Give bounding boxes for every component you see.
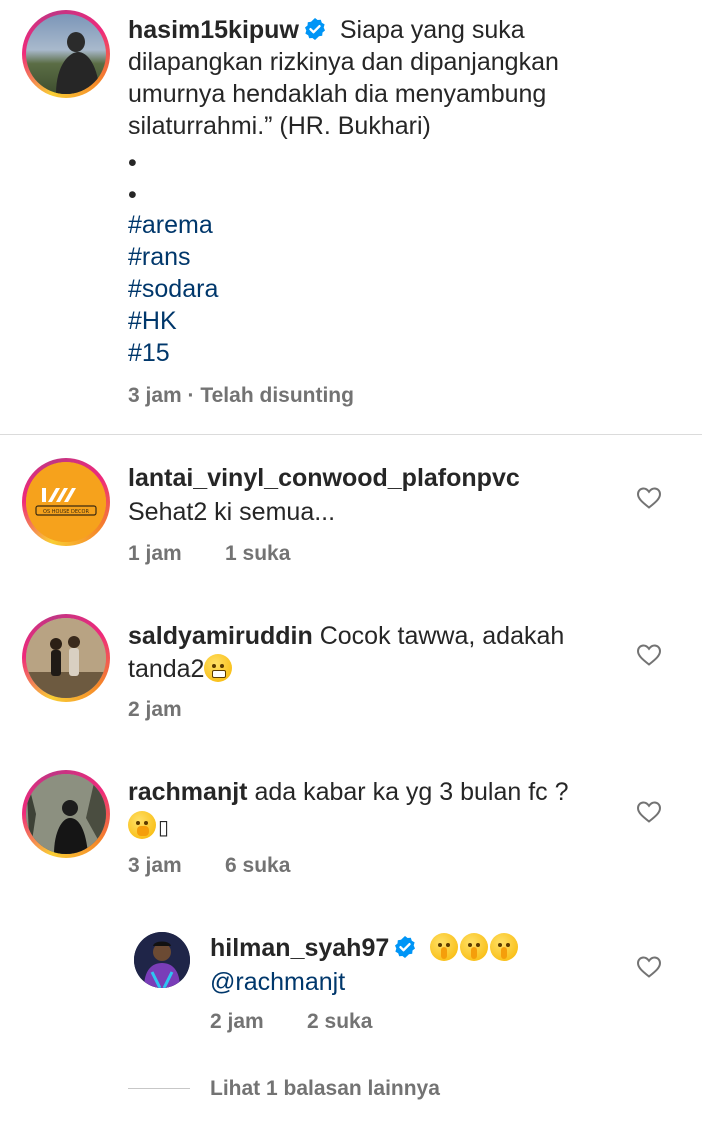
reply-likes[interactable]: 2 suka — [307, 1010, 372, 1034]
comment-username[interactable]: rachmanjt — [128, 778, 247, 806]
avatar-logo-text: OS HOUSE DECOR — [43, 509, 89, 515]
post-username[interactable]: hasim15kipuw — [128, 16, 299, 44]
comment-likes[interactable]: 6 suka — [225, 854, 290, 878]
hand-over-mouth-emoji-icon — [128, 811, 156, 839]
hashtag-link[interactable]: #HK — [128, 305, 177, 337]
comment-username[interactable]: lantai_vinyl_conwood_plafonpvc — [128, 462, 520, 494]
comment-body: rachmanjt ada kabar ka yg 3 bulan fc ? — [128, 776, 569, 808]
comment-time: 2 jam — [128, 698, 182, 721]
bullet: • — [128, 181, 137, 209]
reply-body: hilman_syah97 — [210, 932, 520, 964]
hashtag-link[interactable]: #sodara — [128, 273, 218, 305]
comment-time: 1 jam — [128, 542, 182, 565]
bullet: • — [128, 149, 137, 177]
comment-text: tanda2 — [128, 655, 205, 683]
post-caption: hasim15kipuw Siapa yang suka dilapangkan… — [128, 14, 688, 142]
post-meta: 3 jam · Telah disunting — [128, 384, 354, 407]
comment-text: Sehat2 ki semua... — [128, 498, 336, 526]
comment-avatar[interactable]: OS HOUSE DECOR — [22, 458, 110, 546]
heart-icon[interactable] — [636, 955, 662, 979]
missing-glyph: ▯ — [158, 817, 170, 839]
comment-text: Cocok tawwa, adakah — [319, 622, 565, 650]
mention-link[interactable]: @rachmanjt — [210, 966, 345, 998]
comment-username-text[interactable]: lantai_vinyl_conwood_plafonpvc — [128, 464, 520, 492]
comment-text: ada kabar ka yg 3 bulan fc ? — [254, 778, 569, 806]
comment-avatar[interactable] — [22, 770, 110, 858]
divider — [0, 434, 702, 435]
heart-icon[interactable] — [636, 800, 662, 824]
reply-username[interactable]: hilman_syah97 — [210, 934, 389, 962]
comment-avatar[interactable] — [22, 614, 110, 702]
view-more-replies-button[interactable]: Lihat 1 balasan lainnya — [210, 1077, 440, 1101]
verified-badge-icon — [393, 935, 417, 959]
comment-username[interactable]: saldyamiruddin — [128, 622, 313, 650]
more-replies-line — [128, 1088, 190, 1089]
heart-icon[interactable] — [636, 486, 662, 510]
post-author-avatar[interactable] — [22, 10, 110, 98]
hashtag-link[interactable]: #rans — [128, 241, 191, 273]
comment-text-line2: ▯ — [128, 810, 169, 844]
caption-line: umurnya hendaklah dia menyambung — [128, 80, 547, 108]
comment-likes[interactable]: 1 suka — [225, 542, 290, 566]
heart-icon[interactable] — [636, 643, 662, 667]
comment-text-line2: tanda2 — [128, 653, 234, 685]
shushing-emoji-icon — [460, 933, 489, 961]
verified-badge-icon — [303, 17, 327, 41]
hashtag-link[interactable]: #15 — [128, 337, 170, 369]
reply-avatar[interactable] — [134, 932, 190, 988]
shushing-emoji-icon — [490, 933, 519, 961]
comment-body: saldyamiruddin Cocok tawwa, adakah — [128, 620, 564, 652]
shushing-emoji-icon — [430, 933, 459, 961]
reply-time: 2 jam — [210, 1010, 264, 1033]
caption-line: Siapa yang suka — [339, 16, 525, 44]
caption-line: silaturrahmi.” (HR. Bukhari) — [128, 112, 431, 140]
caption-line: dilapangkan rizkinya dan dipanjangkan — [128, 48, 559, 76]
grinning-emoji-icon — [204, 654, 233, 682]
hashtag-link[interactable]: #arema — [128, 209, 213, 241]
comment-time: 3 jam — [128, 854, 182, 877]
